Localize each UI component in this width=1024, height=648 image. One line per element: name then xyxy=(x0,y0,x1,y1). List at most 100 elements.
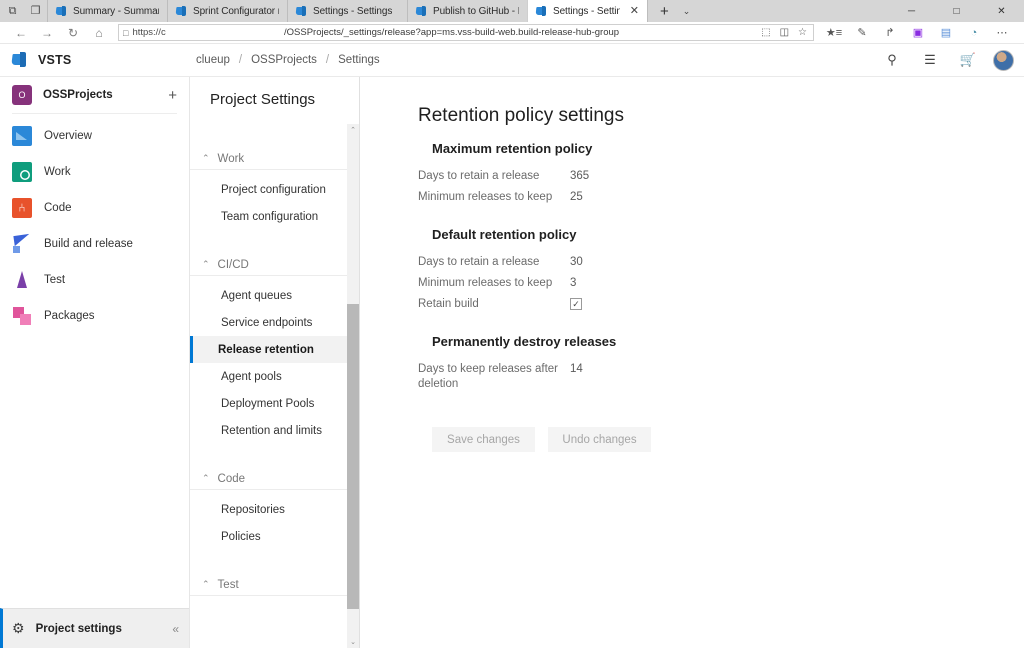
app-header: VSTS clueup / OSSProjects / Settings ⚲ ☰… xyxy=(0,44,1024,77)
item-label: Release retention xyxy=(218,343,314,356)
settings-group-code[interactable]: ⌃ Code xyxy=(190,468,347,490)
item-label: Project configuration xyxy=(221,183,326,196)
extension-icon[interactable]: ▣ xyxy=(904,23,932,43)
scroll-up-icon[interactable]: ⌃ xyxy=(347,124,359,136)
back-button[interactable]: ← xyxy=(8,23,34,43)
maximize-button[interactable]: □ xyxy=(934,0,979,22)
cortana-icon[interactable]: ◔ xyxy=(960,23,988,43)
chevron-up-icon: ⌃ xyxy=(202,473,210,483)
retain-build-checkbox[interactable]: ✓ xyxy=(570,298,582,310)
settings-nav-item-agent-queues[interactable]: Agent queues xyxy=(190,282,347,309)
refresh-button[interactable]: ↻ xyxy=(60,23,86,43)
more-menu-icon[interactable]: ⋯ xyxy=(988,23,1016,43)
save-changes-button[interactable]: Save changes xyxy=(432,427,535,452)
item-label: Policies xyxy=(221,530,261,543)
work-items-icon[interactable]: ☰ xyxy=(911,44,949,77)
project-header[interactable]: O OSSProjects + xyxy=(0,77,189,113)
group-label: Code xyxy=(217,472,246,485)
avatar[interactable] xyxy=(993,49,1014,71)
browser-tab-5-active[interactable]: Settings - Settings ✕ xyxy=(527,0,647,22)
close-window-button[interactable]: ✕ xyxy=(979,0,1024,22)
field-value[interactable]: 30 xyxy=(570,255,583,270)
project-settings-footer[interactable]: ⚙ Project settings « xyxy=(0,608,189,648)
settings-nav-item-release-retention[interactable]: Release retention xyxy=(190,336,347,363)
field-label: Minimum releases to keep xyxy=(418,277,553,289)
settings-title: Project Settings xyxy=(210,91,316,108)
tab-preview-icon[interactable]: ⧉ xyxy=(6,5,19,18)
settings-group-test[interactable]: ⌃ Test xyxy=(190,574,347,596)
breadcrumb: clueup / OSSProjects / Settings xyxy=(196,54,380,66)
tab-title: Summary - Summary xyxy=(73,5,159,17)
field-label: Days to retain a release xyxy=(418,256,540,268)
set-tabs-aside-icon[interactable]: ❐ xyxy=(29,5,42,18)
chevron-down-icon[interactable]: ⌄ xyxy=(683,6,691,17)
project-avatar: O xyxy=(12,85,32,105)
breadcrumb-item-account[interactable]: clueup xyxy=(196,54,230,66)
field-value[interactable]: 14 xyxy=(570,362,583,377)
build-and-release-icon xyxy=(12,234,32,254)
browser-tab-3[interactable]: Settings - Settings xyxy=(287,0,407,22)
forward-button[interactable]: → xyxy=(34,23,60,43)
settings-nav-list: ⌃ Work Project configuration Team config… xyxy=(190,124,347,648)
collapse-sidebar-icon[interactable]: « xyxy=(172,622,179,636)
book-icon[interactable]: ◫ xyxy=(780,27,789,38)
settings-nav-item-repositories[interactable]: Repositories xyxy=(190,496,347,523)
add-icon[interactable]: + xyxy=(168,88,177,103)
settings-nav-item-team-configuration[interactable]: Team configuration xyxy=(190,203,347,230)
project-name: OSSProjects xyxy=(43,89,113,101)
settings-nav-item-service-endpoints[interactable]: Service endpoints xyxy=(190,309,347,336)
nav-item-work[interactable]: Work xyxy=(0,154,189,190)
settings-nav-item-deployment-pools[interactable]: Deployment Pools xyxy=(190,390,347,417)
settings-nav-item-policies[interactable]: Policies xyxy=(190,523,347,550)
nav-item-test[interactable]: Test xyxy=(0,262,189,298)
item-label: Service endpoints xyxy=(221,316,313,329)
vsts-brand[interactable]: VSTS xyxy=(0,44,190,77)
window-controls: ─ □ ✕ xyxy=(889,0,1024,22)
close-icon[interactable]: ✕ xyxy=(626,5,639,17)
nav-item-build-and-release[interactable]: Build and release xyxy=(0,226,189,262)
browser-tab-4[interactable]: Publish to GitHub - Build ar xyxy=(407,0,527,22)
field-value[interactable]: 3 xyxy=(570,276,576,291)
scroll-down-icon[interactable]: ⌄ xyxy=(347,636,359,648)
action-buttons: Save changes Undo changes xyxy=(432,427,1024,452)
nav-label: Build and release xyxy=(44,238,133,250)
share-icon[interactable]: ↱ xyxy=(876,23,904,43)
settings-nav-item-agent-pools[interactable]: Agent pools xyxy=(190,363,347,390)
nav-item-packages[interactable]: Packages xyxy=(0,298,189,334)
settings-nav-item-retention-and-limits[interactable]: Retention and limits xyxy=(190,417,347,444)
nav-item-code[interactable]: Code xyxy=(0,190,189,226)
browser-tab-1[interactable]: Summary - Summary xyxy=(47,0,167,22)
address-bar[interactable]: □ https://c /OSSProjects/_settings/relea… xyxy=(118,24,814,41)
devtools-icon[interactable]: ▤ xyxy=(932,23,960,43)
web-notes-icon[interactable]: ✎ xyxy=(848,23,876,43)
field-value[interactable]: 25 xyxy=(570,190,583,205)
home-button[interactable]: ⌂ xyxy=(86,23,112,43)
reading-view-icon[interactable]: ⬚ xyxy=(761,27,770,38)
field-label: Days to retain a release xyxy=(418,170,540,182)
main-content: Retention policy settings Maximum retent… xyxy=(360,77,1024,648)
settings-nav-scrollbar[interactable]: ⌃ ⌄ xyxy=(347,124,359,648)
undo-changes-button[interactable]: Undo changes xyxy=(548,427,651,452)
nav-label: Overview xyxy=(44,130,92,142)
browser-tab-2[interactable]: Sprint Configurator master xyxy=(167,0,287,22)
breadcrumb-item-settings[interactable]: Settings xyxy=(338,54,380,66)
marketplace-icon[interactable]: 🛒 xyxy=(949,44,987,77)
field-value[interactable]: 365 xyxy=(570,169,589,184)
group-label: CI/CD xyxy=(217,258,249,271)
settings-group-cicd[interactable]: ⌃ CI/CD xyxy=(190,254,347,276)
field-row: Minimum releases to keep 3 xyxy=(418,276,1024,291)
breadcrumb-item-project[interactable]: OSSProjects xyxy=(251,54,317,66)
settings-nav-item-project-configuration[interactable]: Project configuration xyxy=(190,176,347,203)
new-tab-button[interactable]: + xyxy=(660,4,669,19)
field-label: Minimum releases to keep xyxy=(418,191,553,203)
favorite-star-icon[interactable]: ☆ xyxy=(798,27,807,38)
favorites-hub-icon[interactable]: ★≡ xyxy=(820,23,848,43)
settings-navigation: Project Settings ⌃ Work Project configur… xyxy=(190,77,360,648)
scrollbar-thumb[interactable] xyxy=(347,304,359,609)
settings-group-work[interactable]: ⌃ Work xyxy=(190,148,347,170)
minimize-button[interactable]: ─ xyxy=(889,0,934,22)
search-icon[interactable]: ⚲ xyxy=(873,44,911,77)
nav-item-overview[interactable]: Overview xyxy=(0,118,189,154)
